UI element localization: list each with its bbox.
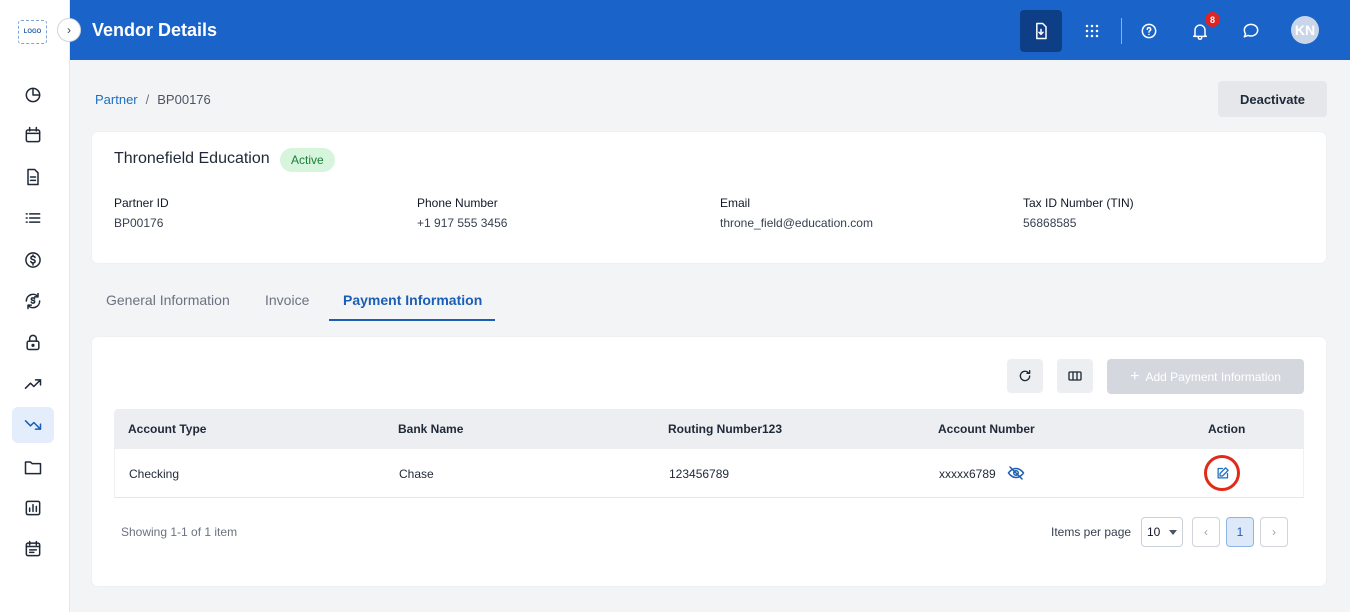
table-row: Checking Chase 123456789 xxxxx6789 xyxy=(114,449,1304,498)
column-header[interactable]: Account Number xyxy=(938,422,1035,436)
refresh-icon xyxy=(1019,370,1031,382)
page-title: Vendor Details xyxy=(92,20,218,40)
field-label: Phone Number xyxy=(417,196,498,210)
dashboard-icon xyxy=(25,87,41,103)
field-value: 56868585 xyxy=(1023,216,1077,230)
schedule-icon xyxy=(25,540,41,557)
currency-exchange-icon xyxy=(25,292,41,310)
download-icon xyxy=(1036,22,1047,40)
chat-button[interactable] xyxy=(1230,10,1272,52)
breadcrumb-partner-link[interactable]: Partner xyxy=(95,92,138,107)
breadcrumb-current: BP00176 xyxy=(157,92,211,107)
items-per-page-value: 10 xyxy=(1147,525,1161,539)
trending-down-icon xyxy=(24,420,42,430)
header-divider xyxy=(1121,18,1122,44)
apps-button[interactable] xyxy=(1071,10,1113,52)
edit-button[interactable] xyxy=(1204,455,1240,491)
field-label: Partner ID xyxy=(114,196,169,210)
sidebar-item-calendar[interactable] xyxy=(12,117,54,153)
active-tab-indicator xyxy=(329,319,495,321)
dollar-icon xyxy=(25,252,41,268)
download-button[interactable] xyxy=(1020,10,1062,52)
page-number-button[interactable]: 1 xyxy=(1226,517,1254,547)
field-value: +1 917 555 3456 xyxy=(417,216,508,230)
partner-name: Thronefield Education xyxy=(114,150,270,167)
help-button[interactable] xyxy=(1128,10,1170,52)
tab-general-information[interactable]: General Information xyxy=(106,292,230,308)
lock-icon xyxy=(26,334,40,351)
field-label: Tax ID Number (TIN) xyxy=(1023,196,1134,210)
items-per-page-select[interactable]: 10 xyxy=(1141,517,1183,547)
toggle-visibility-button[interactable] xyxy=(1007,465,1025,481)
caret-down-icon xyxy=(1169,530,1177,535)
tab-payment-information[interactable]: Payment Information xyxy=(343,292,482,308)
plus-icon: + xyxy=(1130,367,1140,385)
sidebar-expand-button[interactable]: › xyxy=(57,18,81,42)
breadcrumb-separator: / xyxy=(145,92,150,107)
sidebar-item-list[interactable] xyxy=(12,200,54,236)
list-icon xyxy=(25,213,41,223)
email-field: Email throne_field@education.com xyxy=(720,196,873,230)
apps-grid-icon xyxy=(1085,24,1099,38)
partner-summary-card: Thronefield Education Active Partner ID … xyxy=(92,132,1326,263)
sidebar-item-payments[interactable] xyxy=(12,242,54,278)
prev-page-button[interactable]: ‹ xyxy=(1192,517,1220,547)
sidebar-item-trending-up[interactable] xyxy=(12,366,54,402)
account-type-cell: Checking xyxy=(129,467,180,481)
chevron-left-icon: ‹ xyxy=(1204,525,1208,539)
deactivate-button[interactable]: Deactivate xyxy=(1218,81,1327,117)
breadcrumb: Partner / BP00176 xyxy=(95,92,211,107)
sidebar-item-schedule[interactable] xyxy=(12,531,54,567)
calendar-icon xyxy=(25,126,41,143)
trending-up-icon xyxy=(24,379,42,389)
sidebar-item-security[interactable] xyxy=(12,324,54,360)
sidebar-item-exchange[interactable] xyxy=(12,283,54,319)
eye-off-icon xyxy=(1007,466,1025,480)
notification-badge: 8 xyxy=(1205,12,1220,27)
routing-number-cell: 123456789 xyxy=(669,467,730,481)
items-per-page-label: Items per page xyxy=(1051,525,1132,539)
document-icon xyxy=(27,168,39,186)
field-label: Email xyxy=(720,196,751,210)
payment-information-card: + Add Payment Information Account Type B… xyxy=(92,337,1326,586)
refresh-button[interactable] xyxy=(1007,359,1043,393)
help-icon xyxy=(1141,23,1157,39)
columns-button[interactable] xyxy=(1057,359,1093,393)
tax-id-field: Tax ID Number (TIN) 56868585 xyxy=(1023,196,1134,230)
account-number-cell: xxxxx6789 xyxy=(939,467,996,481)
next-page-button[interactable]: › xyxy=(1260,517,1288,547)
add-payment-label: Add Payment Information xyxy=(1145,369,1281,384)
phone-number-field: Phone Number +1 917 555 3456 xyxy=(417,196,507,230)
top-header: Vendor Details 8 KN xyxy=(70,0,1350,60)
sidebar: LOGO xyxy=(0,0,70,612)
pagination-summary: Showing 1-1 of 1 item xyxy=(121,525,238,539)
report-icon xyxy=(25,500,41,516)
logo: LOGO xyxy=(18,20,47,44)
sidebar-item-trending-down[interactable] xyxy=(12,407,54,443)
sidebar-item-reports[interactable] xyxy=(12,490,54,526)
columns-icon xyxy=(1068,371,1082,381)
column-header: Action xyxy=(1208,422,1246,436)
field-value: throne_field@education.com xyxy=(720,216,873,230)
chevron-right-icon: › xyxy=(1272,525,1276,539)
tab-invoice[interactable]: Invoice xyxy=(265,292,309,308)
user-avatar[interactable]: KN xyxy=(1291,16,1319,44)
column-header[interactable]: Routing Number123 xyxy=(668,422,782,436)
sidebar-item-folders[interactable] xyxy=(12,449,54,485)
table-header: Account Type Bank Name Routing Number123… xyxy=(114,409,1304,449)
bank-name-cell: Chase xyxy=(399,467,434,481)
add-payment-information-button[interactable]: + Add Payment Information xyxy=(1107,359,1304,394)
sidebar-item-dashboard[interactable] xyxy=(12,77,54,113)
column-header[interactable]: Bank Name xyxy=(398,422,463,436)
chevron-right-icon: › xyxy=(67,23,71,37)
folder-icon xyxy=(24,461,42,475)
chat-icon xyxy=(1243,23,1259,38)
partner-id-field: Partner ID BP00176 xyxy=(114,196,169,230)
status-badge: Active xyxy=(280,148,335,172)
column-header[interactable]: Account Type xyxy=(128,422,206,436)
field-value: BP00176 xyxy=(114,216,164,230)
edit-icon xyxy=(1217,466,1229,478)
sidebar-item-documents[interactable] xyxy=(12,159,54,195)
